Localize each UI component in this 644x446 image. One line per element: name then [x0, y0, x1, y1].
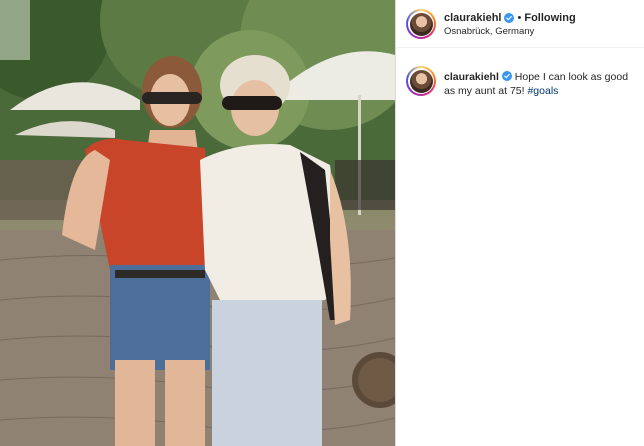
photo-illustration	[0, 0, 395, 446]
following-button[interactable]: Following	[524, 12, 575, 24]
profile-avatar[interactable]	[406, 9, 436, 39]
location-link[interactable]: Osnabrück, Germany	[444, 26, 534, 37]
avatar-image	[409, 12, 433, 36]
user-line: claurakiehl • Following	[444, 12, 576, 24]
verified-badge-icon	[504, 13, 515, 23]
post-header: claurakiehl • Following Osnabrück, Germa…	[396, 0, 644, 48]
vertical-divider	[395, 0, 396, 446]
username-link[interactable]: claurakiehl	[444, 12, 501, 24]
caption-avatar[interactable]	[406, 66, 436, 96]
caption-username-link[interactable]: claurakiehl	[444, 71, 499, 83]
separator-dot: •	[517, 12, 522, 24]
caption-text-block: claurakiehl Hope I can look as good as m…	[444, 70, 634, 98]
caption-avatar-image	[409, 69, 433, 93]
hashtag-link[interactable]: #goals	[527, 85, 558, 97]
caption-verified-badge-icon	[501, 71, 512, 81]
instagram-post-view: claurakiehl • Following Osnabrück, Germa…	[0, 0, 644, 446]
post-photo[interactable]	[0, 0, 395, 446]
